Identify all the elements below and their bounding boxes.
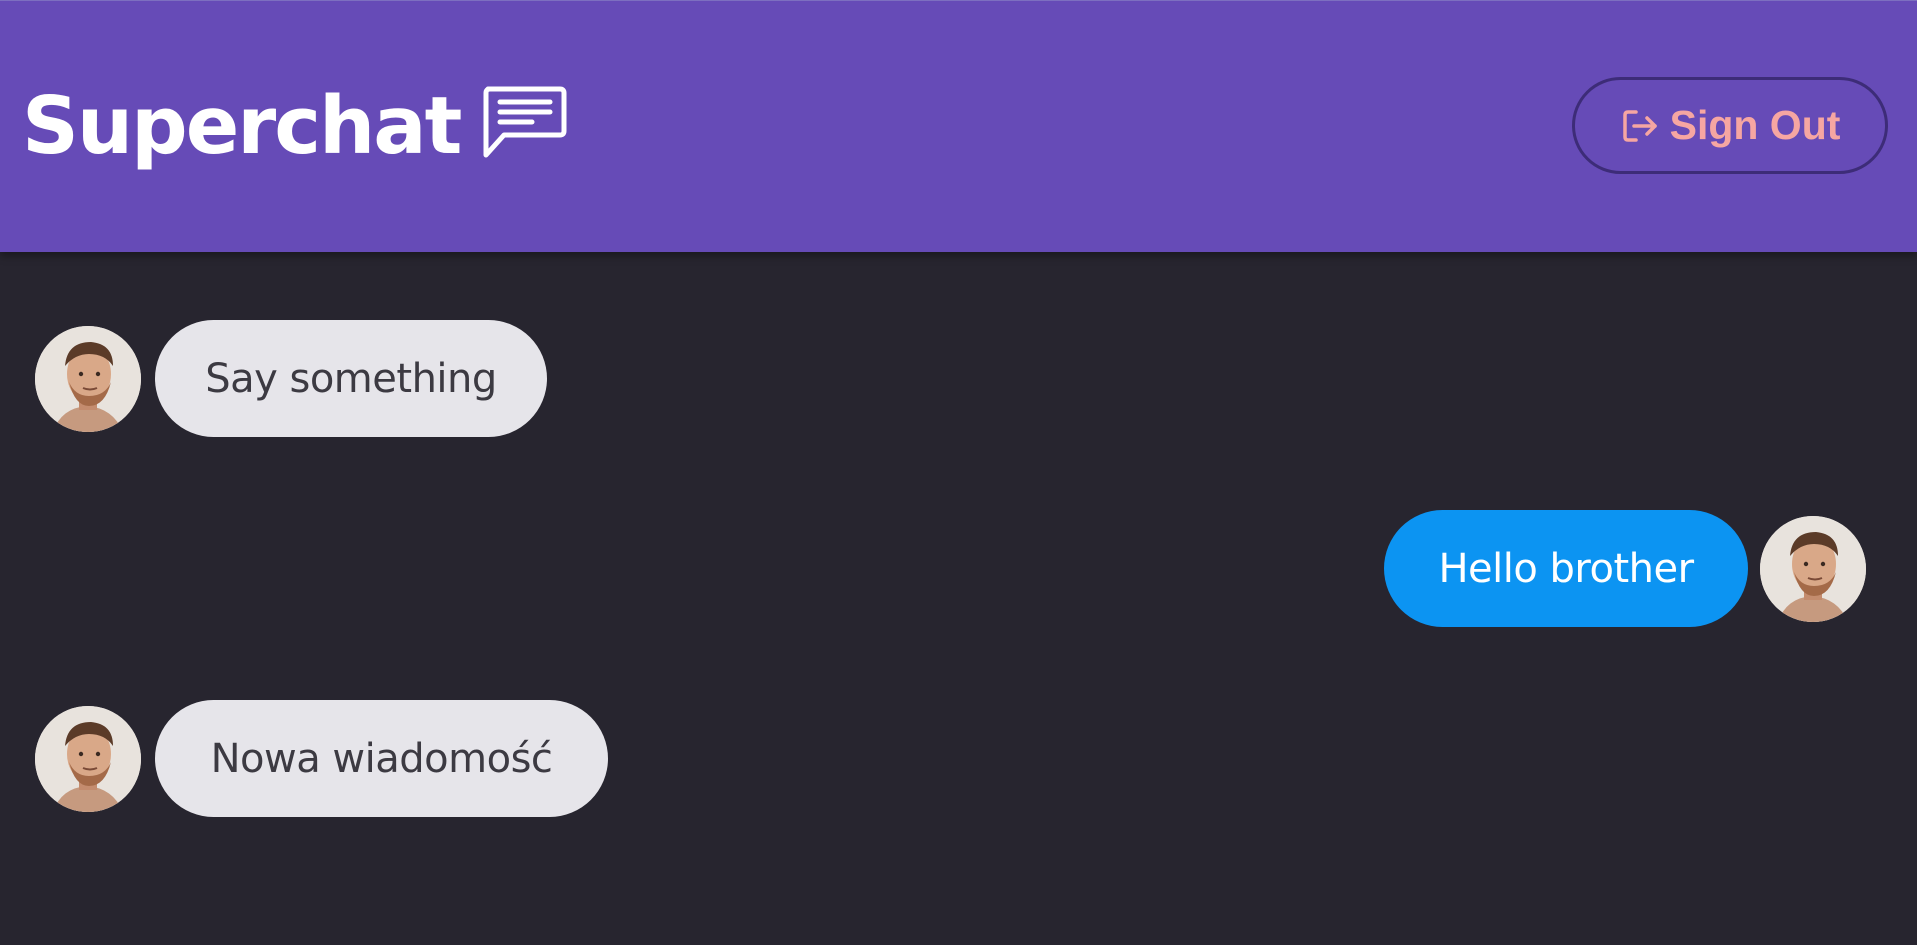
avatar [35,325,141,432]
message-received: Nowa wiadomość [35,700,608,817]
message-text: Say something [205,355,497,402]
app-header: Superchat Sign Out [0,0,1917,252]
chat-app: Superchat Sign Out Say something Hello b… [0,0,1917,945]
sign-out-label: Sign Out [1669,102,1841,148]
avatar-image [35,705,141,812]
avatar-image [1760,515,1866,622]
message-bubble: Say something [155,320,547,437]
message-bubble: Hello brother [1384,510,1748,627]
avatar [35,705,141,812]
avatar-image [35,325,141,432]
message-text: Nowa wiadomość [210,735,553,782]
message-text: Hello brother [1438,545,1694,592]
chat-bubble-icon [483,86,567,158]
avatar [1760,515,1866,622]
message-bubble: Nowa wiadomość [155,700,608,817]
app-title: Superchat [22,80,462,172]
brand: Superchat [22,81,568,171]
sign-out-icon [1622,109,1657,142]
sign-out-button[interactable]: Sign Out [1572,77,1888,174]
message-received: Say something [35,320,547,437]
message-sent: Hello brother [1384,510,1866,627]
